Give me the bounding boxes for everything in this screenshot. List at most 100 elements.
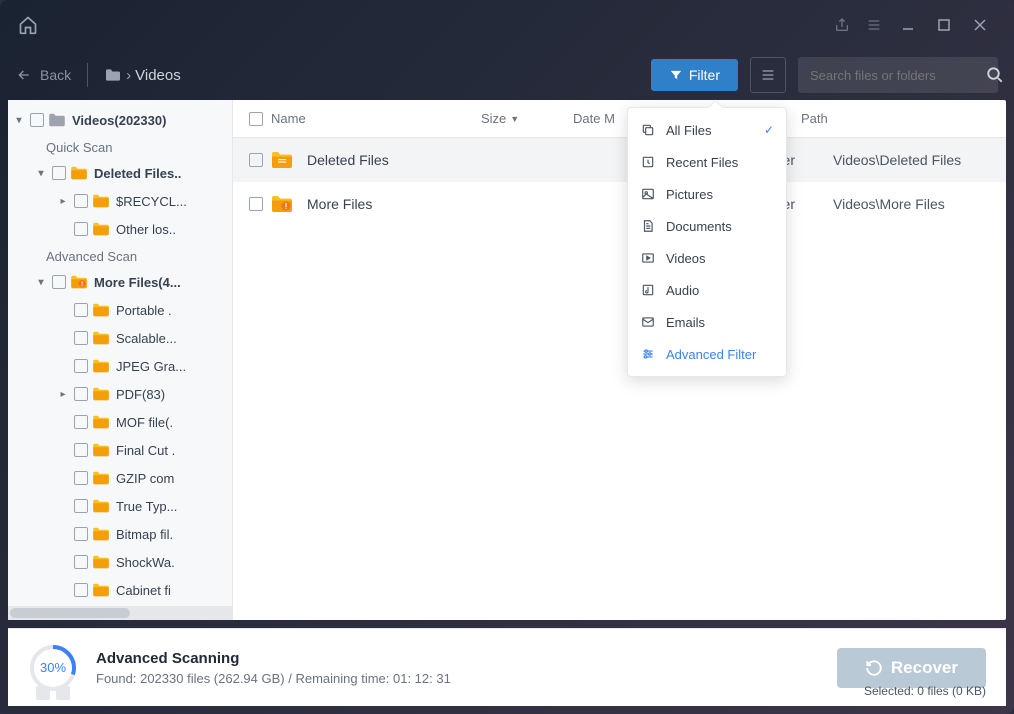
tree-checkbox[interactable]	[74, 527, 88, 541]
tree-item[interactable]: ▸$RECYCL...	[8, 187, 232, 215]
breadcrumb[interactable]: › Videos	[104, 67, 181, 84]
search-input[interactable]	[810, 68, 986, 83]
tree-checkbox[interactable]	[74, 443, 88, 457]
tree-label: True Typ...	[116, 499, 177, 514]
folder-icon	[271, 195, 295, 213]
tree-checkbox[interactable]	[74, 555, 88, 569]
search-icon[interactable]	[986, 66, 1004, 84]
expand-icon[interactable]: ▸	[56, 196, 70, 207]
tree-item[interactable]: Other los..	[8, 215, 232, 243]
file-name: Deleted Files	[307, 152, 513, 168]
tree-checkbox[interactable]	[30, 113, 44, 127]
tree-item[interactable]: ▸PDF(83)	[8, 380, 232, 408]
tree-item[interactable]: GZIP com	[8, 464, 232, 492]
file-path: Videos\More Files	[805, 196, 1006, 212]
filter-option[interactable]: Documents	[628, 210, 786, 242]
folder-icon	[92, 583, 110, 597]
row-checkbox[interactable]	[249, 153, 263, 167]
maximize-button[interactable]	[934, 15, 954, 35]
file-row[interactable]: Deleted FileserVideos\Deleted Files	[233, 138, 1006, 182]
folder-icon	[48, 113, 66, 127]
column-path[interactable]: Path	[773, 111, 1006, 126]
folder-icon	[92, 527, 110, 541]
tree-checkbox[interactable]	[74, 222, 88, 236]
tree-checkbox[interactable]	[74, 387, 88, 401]
folder-icon	[92, 331, 110, 345]
filter-option-label: Documents	[666, 219, 732, 234]
filter-option[interactable]: All Files✓	[628, 114, 786, 146]
expand-icon[interactable]: ▾	[34, 277, 48, 288]
column-name[interactable]: Name	[271, 111, 481, 126]
file-row[interactable]: More FileserVideos\More Files	[233, 182, 1006, 226]
tree-label: Cabinet fi	[116, 583, 171, 598]
tree-label: Final Cut .	[116, 443, 175, 458]
tree-label: Bitmap fil.	[116, 527, 173, 542]
filter-option[interactable]: Audio	[628, 274, 786, 306]
filter-option[interactable]: Pictures	[628, 178, 786, 210]
filter-option-label: Emails	[666, 315, 705, 330]
tree-item[interactable]: ▾ Deleted Files..	[8, 159, 232, 187]
check-icon: ✓	[764, 123, 774, 137]
search-field[interactable]	[798, 57, 998, 93]
home-button[interactable]	[16, 13, 40, 37]
recover-button[interactable]: Recover	[837, 648, 986, 688]
tree-item[interactable]: Bitmap fil.	[8, 520, 232, 548]
tree-item[interactable]: Final Cut .	[8, 436, 232, 464]
filter-option[interactable]: Videos	[628, 242, 786, 274]
doc-icon	[640, 218, 656, 234]
tree-item[interactable]: ▾Videos(202330)	[8, 106, 232, 134]
filter-dropdown: All Files✓Recent FilesPictures Documents V…	[627, 107, 787, 377]
filter-button[interactable]: Filter	[651, 59, 738, 91]
share-icon[interactable]	[832, 15, 852, 35]
tree-checkbox[interactable]	[52, 166, 66, 180]
file-name: More Files	[307, 196, 513, 212]
folder-icon	[92, 555, 110, 569]
back-button[interactable]: Back	[16, 67, 71, 83]
recover-label: Recover	[891, 658, 958, 678]
stop-button[interactable]	[56, 686, 70, 700]
tree-checkbox[interactable]	[74, 415, 88, 429]
tree-item[interactable]: Cabinet fi	[8, 576, 232, 604]
tree-checkbox[interactable]	[74, 471, 88, 485]
section-header: Quick Scan	[8, 134, 232, 159]
scan-status: Found: 202330 files (262.94 GB) / Remain…	[96, 671, 451, 686]
tree-item[interactable]: Scalable...	[8, 324, 232, 352]
tree-item[interactable]: ShockWa.	[8, 548, 232, 576]
tree-checkbox[interactable]	[74, 303, 88, 317]
tree-item[interactable]: ▾More Files(4...	[8, 268, 232, 296]
tree-label: JPEG Gra...	[116, 359, 186, 374]
advanced-filter-option[interactable]: Advanced Filter	[628, 338, 786, 370]
tree-label: Deleted Files..	[94, 166, 181, 181]
row-checkbox[interactable]	[249, 197, 263, 211]
tree-checkbox[interactable]	[74, 359, 88, 373]
close-button[interactable]	[970, 15, 990, 35]
filter-label: Filter	[689, 67, 720, 83]
expand-icon[interactable]: ▾	[12, 115, 26, 126]
breadcrumb-label: Videos	[135, 67, 181, 84]
menu-icon[interactable]	[864, 15, 884, 35]
tree-item[interactable]: Portable .	[8, 296, 232, 324]
tree-label: MOF file(.	[116, 415, 173, 430]
tree-checkbox[interactable]	[74, 583, 88, 597]
expand-icon[interactable]: ▸	[56, 389, 70, 400]
filter-option[interactable]: Emails	[628, 306, 786, 338]
filter-option[interactable]: Recent Files	[628, 146, 786, 178]
column-size[interactable]: Size▼	[481, 111, 573, 126]
expand-icon[interactable]: ▾	[34, 168, 48, 179]
advanced-filter-label: Advanced Filter	[666, 347, 756, 362]
tree-checkbox[interactable]	[52, 275, 66, 289]
tree-checkbox[interactable]	[74, 194, 88, 208]
folder-icon	[92, 471, 110, 485]
folder-icon	[70, 166, 88, 180]
select-all-checkbox[interactable]	[249, 112, 263, 126]
tree-item[interactable]: True Typ...	[8, 492, 232, 520]
pause-button[interactable]	[36, 686, 50, 700]
image-icon	[640, 186, 656, 202]
view-toggle-button[interactable]	[750, 57, 786, 93]
tree-item[interactable]: MOF file(.	[8, 408, 232, 436]
tree-checkbox[interactable]	[74, 499, 88, 513]
minimize-button[interactable]	[898, 15, 918, 35]
tree-item[interactable]: JPEG Gra...	[8, 352, 232, 380]
sidebar-scrollbar[interactable]	[8, 606, 232, 620]
tree-checkbox[interactable]	[74, 331, 88, 345]
